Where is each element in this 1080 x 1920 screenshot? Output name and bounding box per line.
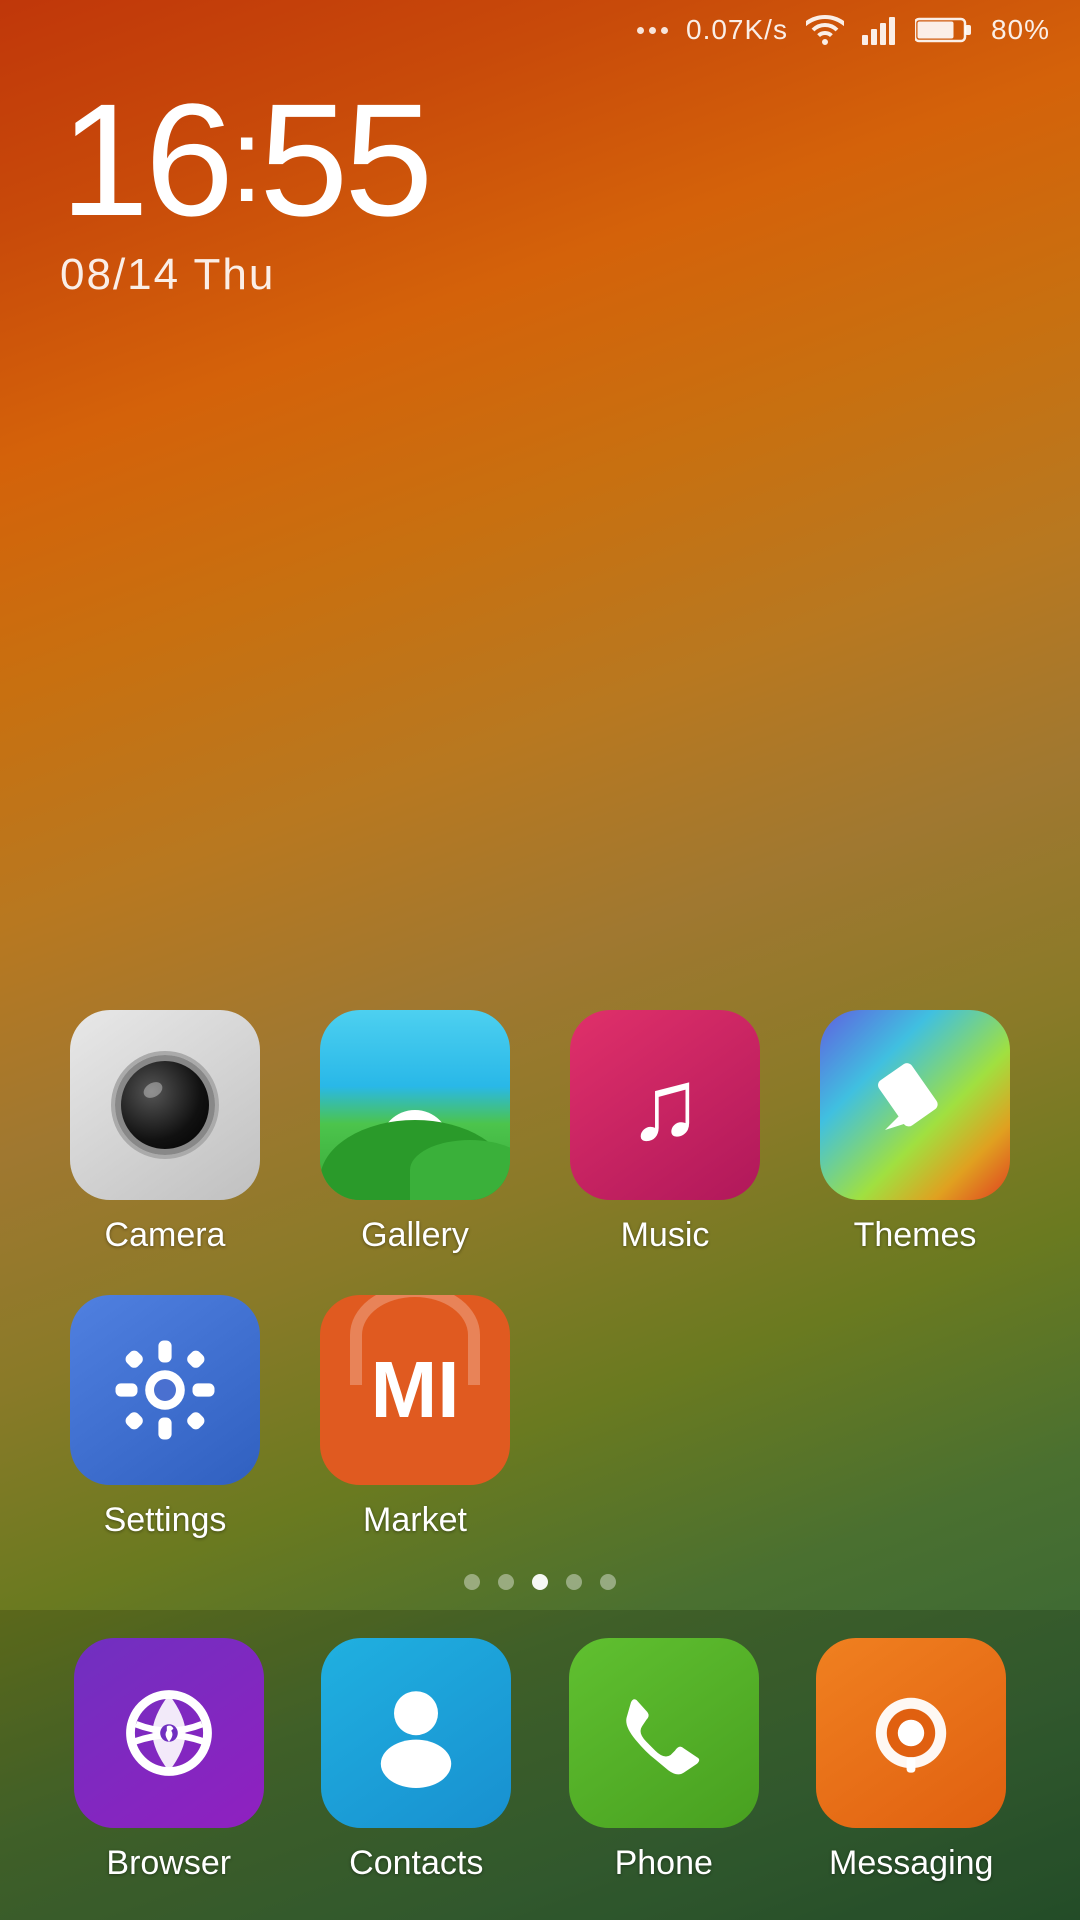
themes-icon-bg (820, 1010, 1010, 1200)
browser-label: Browser (106, 1844, 231, 1883)
page-dot-1[interactable] (464, 1574, 480, 1590)
dot2 (649, 27, 656, 34)
phone-label: Phone (615, 1844, 713, 1883)
contacts-label: Contacts (349, 1844, 483, 1883)
market-icon-bg: MI (320, 1295, 510, 1485)
gallery-hill2 (410, 1140, 510, 1200)
app-market[interactable]: MI Market (300, 1295, 530, 1540)
messaging-icon-bg (816, 1638, 1006, 1828)
phone-icon-bg (569, 1638, 759, 1828)
camera-icon-bg (70, 1010, 260, 1200)
network-speed: 0.07K/s (686, 14, 788, 46)
gallery-label: Gallery (361, 1216, 469, 1255)
phone-handset-icon (609, 1678, 719, 1788)
contacts-person-icon (361, 1678, 471, 1788)
dock: Browser Contacts Phone (0, 1610, 1080, 1920)
gallery-icon-bg (320, 1010, 510, 1200)
music-icon-bg: ♫ (570, 1010, 760, 1200)
browser-icon (114, 1678, 224, 1788)
settings-label: Settings (104, 1501, 227, 1540)
browser-icon-bg (74, 1638, 264, 1828)
status-bar: 0.07K/s 80% (0, 0, 1080, 60)
camera-label: Camera (105, 1216, 226, 1255)
wifi-icon (806, 15, 844, 45)
app-music[interactable]: ♫ Music (550, 1010, 780, 1255)
page-dot-5[interactable] (600, 1574, 616, 1590)
music-label: Music (621, 1216, 710, 1255)
themes-brush-icon (865, 1055, 965, 1155)
music-note-icon: ♫ (628, 1055, 703, 1155)
messaging-label: Messaging (829, 1844, 993, 1883)
app-grid: Camera Gallery ♫ Music Themes (0, 1010, 1080, 1540)
dock-messaging[interactable]: Messaging (793, 1638, 1031, 1883)
clock-hour: 16 (60, 70, 230, 249)
gear-icon (110, 1335, 220, 1445)
page-dot-2[interactable] (498, 1574, 514, 1590)
mi-logo: MI (371, 1344, 460, 1436)
market-label: Market (363, 1501, 467, 1540)
dock-contacts[interactable]: Contacts (298, 1638, 536, 1883)
settings-icon-bg (70, 1295, 260, 1485)
battery-percent: 80% (991, 14, 1050, 46)
app-camera[interactable]: Camera (50, 1010, 280, 1255)
page-dot-4[interactable] (566, 1574, 582, 1590)
themes-label: Themes (854, 1216, 977, 1255)
app-settings[interactable]: Settings (50, 1295, 280, 1540)
dock-phone[interactable]: Phone (545, 1638, 783, 1883)
status-dots (637, 27, 668, 34)
message-bubble-icon (856, 1678, 966, 1788)
dot1 (637, 27, 644, 34)
clock-date: 08/14 Thu (60, 250, 429, 300)
clock-widget: 16:55 08/14 Thu (60, 80, 429, 300)
clock-minute: 55 (259, 70, 429, 249)
battery-icon (915, 16, 973, 44)
signal-icon (862, 15, 897, 45)
dock-browser[interactable]: Browser (50, 1638, 288, 1883)
contacts-icon-bg (321, 1638, 511, 1828)
camera-lens (115, 1055, 215, 1155)
dot3 (661, 27, 668, 34)
app-themes[interactable]: Themes (800, 1010, 1030, 1255)
clock-colon: : (230, 100, 259, 220)
page-dot-3[interactable] (532, 1574, 548, 1590)
app-gallery[interactable]: Gallery (300, 1010, 530, 1255)
clock-time: 16:55 (60, 80, 429, 240)
page-indicator (0, 1574, 1080, 1590)
